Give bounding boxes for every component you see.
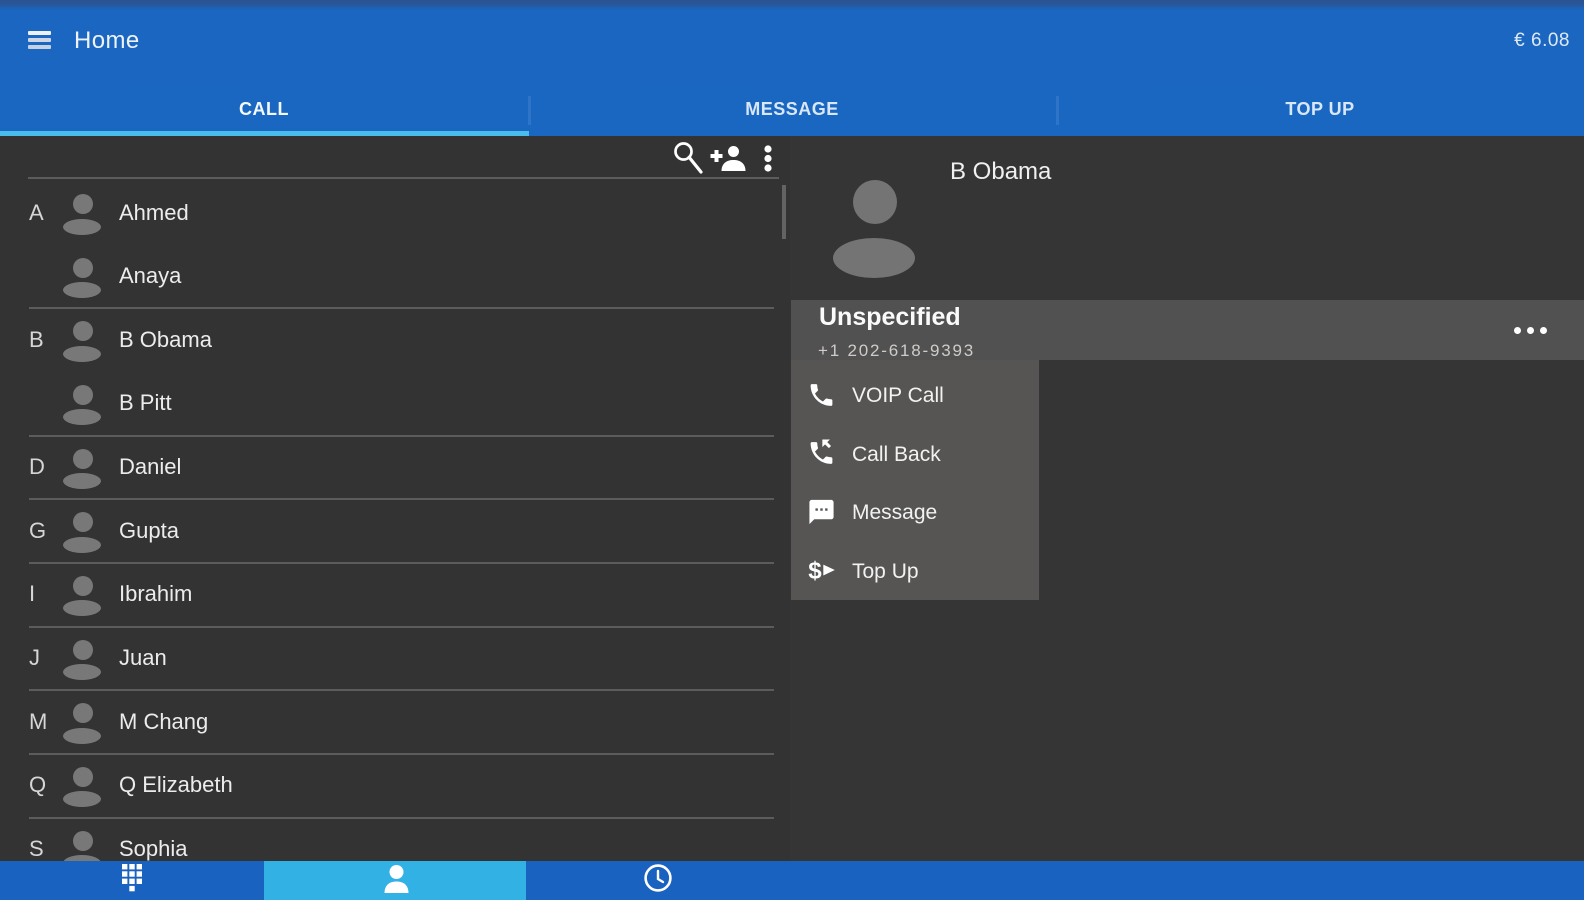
svg-text:$: $ (808, 557, 822, 584)
